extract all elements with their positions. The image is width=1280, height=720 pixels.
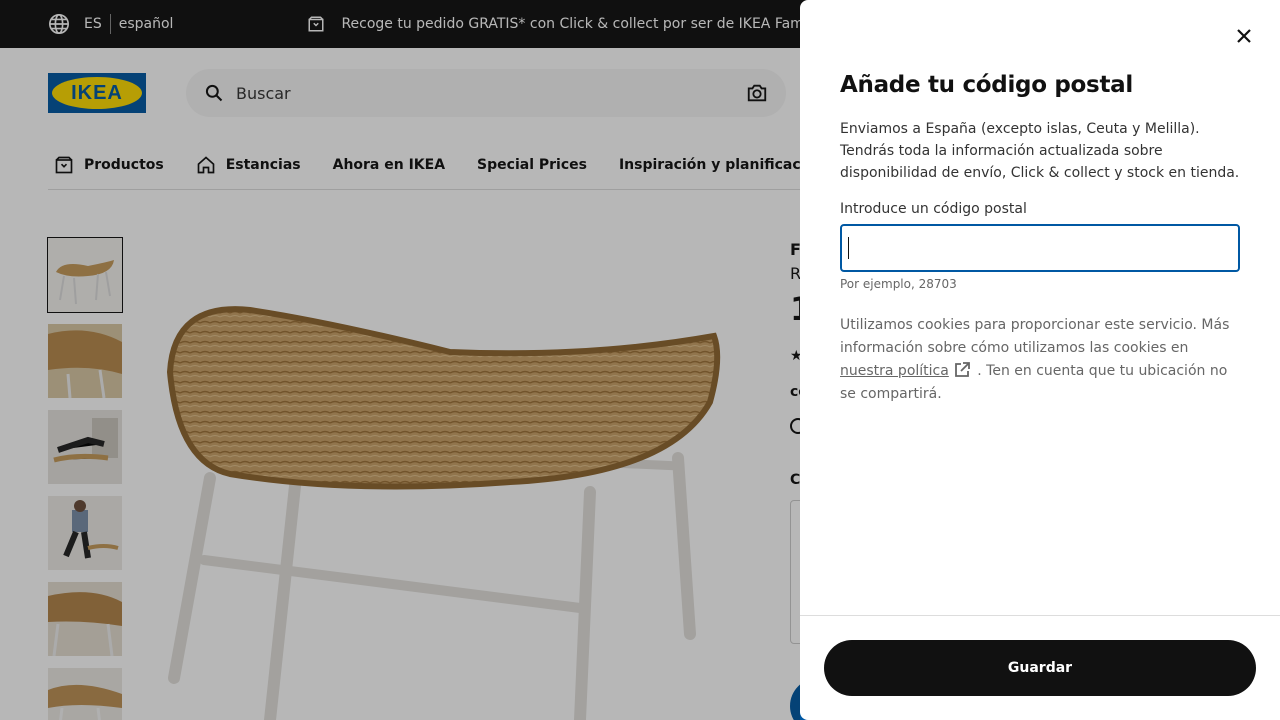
modal-backdrop[interactable] [0, 0, 800, 720]
postal-code-input[interactable] [840, 224, 1240, 272]
postal-code-label: Introduce un código postal [840, 201, 1027, 217]
postal-code-hint: Por ejemplo, 28703 [840, 277, 957, 291]
modal-footer: Guardar [800, 615, 1280, 720]
cookie-text-1: Utilizamos cookies para proporcionar est… [840, 317, 1230, 356]
cookie-notice: Utilizamos cookies para proporcionar est… [840, 314, 1240, 406]
privacy-policy-link[interactable]: nuestra política [840, 363, 949, 379]
save-button[interactable]: Guardar [824, 640, 1256, 696]
modal-title: Añade tu código postal [840, 72, 1133, 98]
close-button[interactable] [1232, 24, 1256, 48]
close-icon [1237, 29, 1251, 43]
modal-description: Enviamos a España (excepto islas, Ceuta … [840, 121, 1240, 181]
postal-code-modal: Añade tu código postal Enviamos a España… [800, 0, 1280, 720]
text-caret [848, 237, 849, 259]
external-link-icon [954, 362, 970, 377]
